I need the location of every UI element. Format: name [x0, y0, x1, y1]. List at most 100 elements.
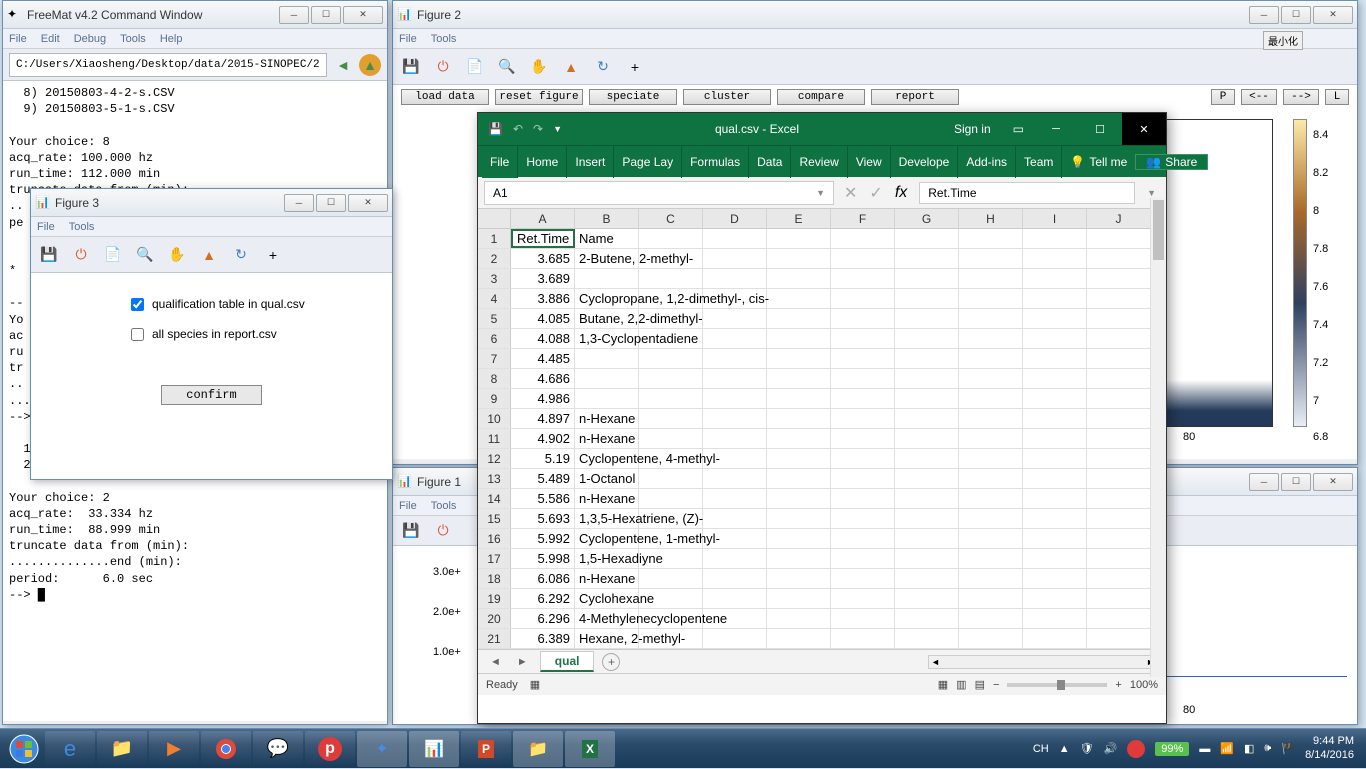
cell[interactable] — [1087, 629, 1151, 648]
cell[interactable]: 1,3,5-Hexatriene, (Z)- — [575, 509, 639, 528]
power-icon[interactable]: ⏻ — [71, 245, 91, 265]
col-header[interactable]: H — [959, 209, 1023, 228]
reset-figure-button[interactable]: reset figure — [495, 89, 583, 105]
cell[interactable] — [1087, 349, 1151, 368]
rotate-icon[interactable]: ↻ — [593, 57, 613, 77]
col-header[interactable]: J — [1087, 209, 1151, 228]
zoom-icon[interactable]: 🔍 — [497, 57, 517, 77]
cell[interactable] — [895, 269, 959, 288]
cell[interactable] — [895, 589, 959, 608]
tray-icon[interactable]: 🔊 — [1104, 742, 1118, 755]
cell[interactable]: 6.292 — [511, 589, 575, 608]
minimize-button[interactable]: ─ — [1249, 6, 1279, 24]
power-icon[interactable]: ⏻ — [433, 521, 453, 541]
view-normal-icon[interactable]: ▦ — [938, 678, 948, 691]
cell[interactable] — [1023, 269, 1087, 288]
cell[interactable] — [767, 409, 831, 428]
minimize-button[interactable]: ─ — [284, 194, 314, 212]
cell[interactable] — [1023, 329, 1087, 348]
cell[interactable] — [1023, 309, 1087, 328]
qual-checkbox[interactable] — [131, 298, 144, 311]
cell[interactable] — [767, 449, 831, 468]
cell[interactable] — [895, 609, 959, 628]
tab-home[interactable]: Home — [518, 146, 567, 178]
cell[interactable]: n-Hexane — [575, 409, 639, 428]
cell[interactable]: 6.296 — [511, 609, 575, 628]
signin-link[interactable]: Sign in — [942, 122, 1003, 136]
undo-icon[interactable]: ↶ — [513, 122, 523, 136]
cell[interactable] — [1023, 229, 1087, 248]
cell[interactable] — [1087, 329, 1151, 348]
cell[interactable] — [959, 229, 1023, 248]
cell[interactable] — [831, 309, 895, 328]
cell[interactable] — [831, 529, 895, 548]
next-button[interactable]: --> — [1283, 89, 1319, 105]
cell[interactable] — [1087, 489, 1151, 508]
cell[interactable] — [1087, 289, 1151, 308]
taskbar-freemat[interactable]: ✦ — [357, 731, 407, 767]
cell[interactable] — [703, 429, 767, 448]
view-pagelayout-icon[interactable]: ▥ — [956, 678, 966, 691]
taskbar-wechat[interactable]: 💬 — [253, 731, 303, 767]
excel-grid[interactable]: ABCDEFGHIJ1Ret.TimeName23.6852-Butene, 2… — [478, 209, 1166, 649]
cell[interactable]: Ret.Time — [511, 229, 575, 248]
tab-formulas[interactable]: Formulas — [682, 146, 749, 178]
sheet-tab-qual[interactable]: qual — [540, 651, 595, 672]
zoom-thumb[interactable] — [1057, 680, 1065, 690]
cell[interactable] — [959, 549, 1023, 568]
save-icon[interactable]: 💾 — [488, 122, 503, 136]
minimize-button[interactable]: ─ — [1034, 113, 1078, 145]
cone-icon[interactable]: ▲ — [561, 57, 581, 77]
tab-team[interactable]: Team — [1016, 146, 1062, 178]
row-header[interactable]: 3 — [478, 269, 511, 288]
cell[interactable] — [1023, 449, 1087, 468]
menu-file[interactable]: File — [9, 33, 27, 45]
cell[interactable] — [959, 589, 1023, 608]
cell[interactable] — [959, 469, 1023, 488]
cell[interactable] — [831, 329, 895, 348]
cell[interactable]: 5.586 — [511, 489, 575, 508]
cell[interactable] — [831, 629, 895, 648]
cell[interactable] — [1087, 609, 1151, 628]
cell[interactable] — [639, 369, 703, 388]
close-button[interactable]: ✕ — [1313, 6, 1353, 24]
ribbon-options-icon[interactable]: ▭ — [1003, 122, 1034, 136]
col-header[interactable]: G — [895, 209, 959, 228]
cell[interactable] — [1023, 509, 1087, 528]
row-header[interactable]: 5 — [478, 309, 511, 328]
row-header[interactable]: 19 — [478, 589, 511, 608]
cell[interactable] — [1023, 589, 1087, 608]
cell[interactable] — [1023, 249, 1087, 268]
cell[interactable] — [1087, 469, 1151, 488]
row-header[interactable]: 18 — [478, 569, 511, 588]
cell[interactable]: Cyclopentene, 4-methyl- — [575, 449, 639, 468]
cell[interactable] — [831, 249, 895, 268]
page-icon[interactable]: 📄 — [465, 57, 485, 77]
row-header[interactable]: 16 — [478, 529, 511, 548]
cell[interactable] — [1087, 249, 1151, 268]
cell[interactable]: 4.485 — [511, 349, 575, 368]
menu-tools[interactable]: Tools — [69, 221, 95, 233]
cone-icon[interactable]: ▲ — [199, 245, 219, 265]
col-header[interactable]: C — [639, 209, 703, 228]
formula-input[interactable]: Ret.Time — [919, 182, 1135, 204]
cell[interactable] — [831, 609, 895, 628]
network-icon[interactable]: 📶 — [1220, 742, 1234, 755]
cell[interactable]: 3.685 — [511, 249, 575, 268]
cell[interactable] — [895, 569, 959, 588]
cell[interactable] — [895, 529, 959, 548]
cell[interactable]: Butane, 2,2-dimethyl- — [575, 309, 639, 328]
cell[interactable] — [767, 249, 831, 268]
cell[interactable] — [831, 469, 895, 488]
cell[interactable] — [1087, 389, 1151, 408]
cell[interactable] — [639, 569, 703, 588]
cell[interactable] — [959, 269, 1023, 288]
cell[interactable] — [575, 349, 639, 368]
cell[interactable] — [1023, 609, 1087, 628]
zoom-out[interactable]: − — [993, 679, 999, 691]
cell[interactable] — [767, 509, 831, 528]
cell[interactable] — [1087, 409, 1151, 428]
cell[interactable] — [959, 289, 1023, 308]
col-header[interactable]: D — [703, 209, 767, 228]
taskbar[interactable]: e 📁 ▶ 💬 p ✦ 📊 P 📁 X CH ▲ 🛡 🔊 99% ▬ 📶 ◧ 🕪… — [0, 728, 1366, 768]
